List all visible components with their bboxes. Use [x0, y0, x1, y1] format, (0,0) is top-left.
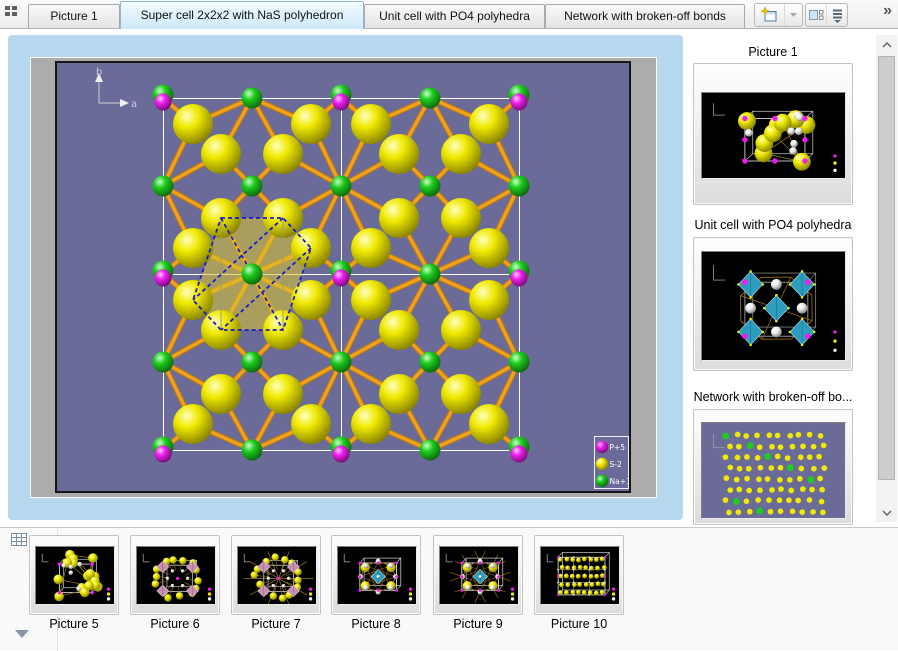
legend-swatch: [596, 475, 608, 487]
picture-tab-bar: Picture 1Super cell 2x2x2 with NaS polyh…: [0, 0, 898, 29]
thumbnail-frame: [35, 546, 115, 605]
thumbnail-frame: [439, 546, 519, 605]
chevron-up-icon: [882, 42, 892, 48]
filmstrip-scroll-down-button[interactable]: [15, 630, 29, 638]
new-picture-button[interactable]: [755, 4, 784, 26]
thumbnail-image-pink-poly-bonds: [238, 547, 316, 604]
filmstrip-item-label: Picture 8: [325, 617, 427, 631]
toolbar-group-view: [805, 3, 848, 27]
filmstrip-item-label: Picture 10: [528, 617, 630, 631]
axis-label-b: b: [96, 67, 102, 78]
toolbar-group-new: [754, 3, 803, 27]
thumbnail-image-network-purple: [702, 423, 845, 518]
picture-gallery-sidebar: Picture 1 Unit cell with PO4 polyhedra Net…: [688, 30, 874, 525]
sidebar-thumbnail-3[interactable]: [693, 409, 853, 525]
sidebar-item-label: Picture 1: [688, 45, 858, 59]
table-grid-icon: [11, 533, 28, 547]
thumbnail-frame: [701, 251, 846, 361]
list-sort-icon: [831, 8, 844, 23]
filmstrip-item-label: Picture 7: [225, 617, 327, 631]
chevron-down-icon: [882, 510, 892, 516]
filmstrip-thumbnail-picture-7[interactable]: [231, 535, 321, 615]
sidebar-scrollbar[interactable]: [876, 35, 897, 522]
scrollbar-thumb[interactable]: [878, 56, 895, 480]
scroll-up-button[interactable]: [876, 35, 897, 54]
thumbnail-image-cell-yellow: [702, 93, 845, 178]
thumbnail-image-pink-poly: [137, 547, 215, 604]
filmstrip-item-label: Picture 6: [124, 617, 226, 631]
sidebar-item-label: Network with broken-off bo...: [688, 390, 858, 404]
thumbnail-image-teal-cell-bonds: [440, 547, 518, 604]
thumbnail-image-cell-yellow-dense: [36, 547, 114, 604]
sidebar-item-label: Unit cell with PO4 polyhedra: [688, 218, 858, 232]
arrange-windows-button[interactable]: [806, 4, 826, 26]
axis-label-a: a: [131, 99, 137, 110]
structure-canvas[interactable]: b a P+5 S-2 Na+1: [57, 63, 629, 491]
toolbar-overflow-button[interactable]: »: [883, 2, 891, 20]
thumbnail-frame: [337, 546, 417, 605]
tab-unit-cell-with-po4-polyhedra[interactable]: Unit cell with PO4 polyhedra: [364, 4, 545, 28]
picture-filmstrip: Picture 5Picture 6Picture 7Picture 8Pict…: [0, 527, 898, 650]
thumbnail-image-po4-blue: [702, 252, 845, 360]
legend-swatch: [596, 458, 608, 470]
new-picture-dropdown[interactable]: [784, 4, 802, 26]
picture-canvas-frame: b a P+5 S-2 Na+1: [55, 61, 631, 493]
dropdown-arrow-icon: [789, 12, 798, 18]
thumbnail-frame: [701, 422, 846, 519]
central-sodium-atom: [242, 264, 263, 285]
sidebar-thumbnail-1[interactable]: [693, 63, 853, 205]
thumbnail-frame: [237, 546, 317, 605]
arrange-windows-icon: [808, 8, 824, 22]
filmstrip-item-label: Picture 9: [427, 617, 529, 631]
active-picture-panel: b a P+5 S-2 Na+1: [8, 35, 683, 520]
picture-tabs: Picture 1Super cell 2x2x2 with NaS polyh…: [28, 0, 745, 28]
thumbnail-frame: [136, 546, 216, 605]
legend-label: S-2: [610, 460, 622, 469]
thumbnail-frame: [701, 92, 846, 179]
filmstrip-thumbnail-picture-8[interactable]: [331, 535, 421, 615]
filmstrip-grid-button[interactable]: [11, 533, 28, 547]
overview-grid-button[interactable]: [5, 6, 25, 22]
list-sort-button[interactable]: [826, 4, 847, 26]
thumbnail-image-teal-cell: [338, 547, 416, 604]
filmstrip-thumbnail-picture-10[interactable]: [534, 535, 624, 615]
application-window: Picture 1Super cell 2x2x2 with NaS polyh…: [0, 0, 898, 650]
legend-label: P+5: [610, 443, 626, 452]
tab-network-with-broken-off-bonds[interactable]: Network with broken-off bonds: [545, 4, 745, 28]
legend-swatch: [596, 441, 608, 453]
sidebar-thumbnail-2[interactable]: [693, 237, 853, 371]
filmstrip-item-label: Picture 5: [23, 617, 125, 631]
filmstrip-thumbnail-picture-9[interactable]: [433, 535, 523, 615]
thumbnail-frame: [540, 546, 620, 605]
legend-label: Na+1: [610, 477, 630, 486]
thumbnail-image-dense-yellow: [541, 547, 619, 604]
tab-super-cell-2x2x2-with-nas-polyhedron[interactable]: Super cell 2x2x2 with NaS polyhedron: [120, 1, 364, 29]
tab-picture-1[interactable]: Picture 1: [28, 4, 120, 28]
filmstrip-thumbnail-picture-5[interactable]: [29, 535, 119, 615]
filmstrip-thumbnail-picture-6[interactable]: [130, 535, 220, 615]
scroll-down-button[interactable]: [876, 503, 897, 522]
new-picture-icon: [761, 7, 778, 23]
picture-mat: b a P+5 S-2 Na+1: [30, 57, 657, 498]
